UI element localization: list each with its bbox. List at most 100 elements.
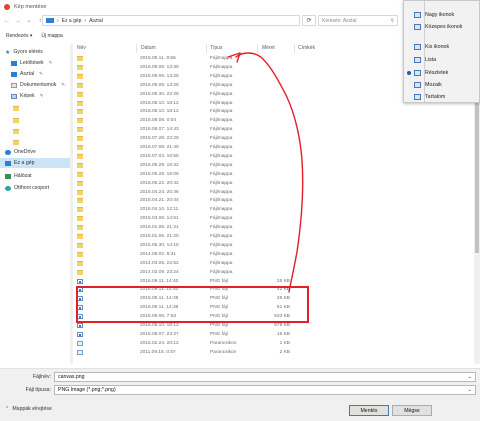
organize-button[interactable]: Rendezés ▾ <box>6 33 32 39</box>
file-row[interactable]: 2016.07.28. 22:29 Fájlmappa <box>74 135 474 143</box>
file-row[interactable]: 2016.04.24. 20:46 Fájlmappa <box>74 189 474 197</box>
search-input[interactable]: Keresés: Asztal ⚲ <box>318 15 398 26</box>
file-type: Fájlmappa <box>210 145 233 150</box>
filename-label: Fájlnév: <box>32 374 51 380</box>
file-row[interactable]: 2016.08.10. 18:12 PNG fájl 578 KB <box>74 322 474 330</box>
image-file-icon <box>77 323 83 328</box>
file-type: Fájlmappa <box>210 64 233 70</box>
file-row[interactable]: 2014.02.09. 23:24 Fájlmappa <box>74 269 474 277</box>
view-menu-item-content[interactable]: Tartalom <box>404 91 480 103</box>
file-type: PNG fájl <box>210 323 228 328</box>
file-date: 2016.04.10. 12:11 <box>140 207 179 213</box>
sidebar-item-folder[interactable] <box>13 115 19 125</box>
column-divider[interactable] <box>257 44 258 53</box>
file-row[interactable]: 2016.03.06. 14:51 Fájlmappa <box>74 215 474 223</box>
file-date: 2016.07.28. 22:29 <box>140 136 179 142</box>
file-row[interactable]: 2015.02.24. 20:12 Parancsikon 1 KB <box>74 340 474 348</box>
view-menu-item-list[interactable]: Lista <box>404 54 480 66</box>
file-row[interactable]: 2011.09.15. 0:57 Parancsikon 2 KB <box>74 349 474 357</box>
filetype-select[interactable]: PNG Image (*.png;*.png) ⌄ <box>54 385 476 395</box>
file-row[interactable]: 2016.07.08. 21:40 Fájlmappa <box>74 144 474 152</box>
file-row[interactable]: 2016.08.07. 23:27 PNG fájl 16 KB <box>74 331 474 339</box>
sidebar-item-onedrive[interactable]: OneDrive <box>5 147 36 157</box>
file-row[interactable]: 2016.04.21. 20:44 Fájlmappa <box>74 197 474 205</box>
file-row[interactable]: 2014.09.02. 9:31 Fájlmappa <box>74 251 474 259</box>
file-row[interactable]: 2016.08.08. 0:04 Fájlmappa <box>74 117 474 125</box>
file-row[interactable]: 2016.08.10. 18:12 Fájlmappa <box>74 108 474 116</box>
sidebar-scrollbar[interactable] <box>70 44 73 364</box>
back-arrow-icon[interactable]: ← <box>3 17 11 25</box>
computer-icon <box>46 18 54 23</box>
file-row[interactable]: 2014.03.05. 22:52 Fájlmappa <box>74 260 474 268</box>
file-row[interactable]: 2016.04.10. 12:11 Fájlmappa <box>74 206 474 214</box>
column-name[interactable]: Név <box>77 45 86 51</box>
sidebar-item-documents[interactable]: Dokumentumok ✎ <box>11 80 65 90</box>
sidebar-item-quick-access[interactable]: ★ Gyors elérés <box>5 47 43 57</box>
sidebar-item-this-pc[interactable]: Ez a gép <box>0 158 70 168</box>
column-divider[interactable] <box>206 44 207 53</box>
refresh-button[interactable]: ⟳ <box>302 15 316 26</box>
address-bar[interactable]: › Ez a gép › Asztal <box>42 15 300 26</box>
breadcrumb-desktop[interactable]: Asztal <box>89 18 103 24</box>
view-menu-item-small-icons[interactable]: Kis ikonok <box>404 41 480 53</box>
forward-arrow-icon[interactable]: → <box>14 17 22 25</box>
file-type: Fájlmappa <box>210 207 233 213</box>
folder-icon <box>77 118 83 124</box>
save-options-panel: Fájlnév: canvas.png ⌄ Fájl típusa: PNG I… <box>0 368 480 421</box>
file-row[interactable]: 2016.01.06. 21:21 Fájlmappa <box>74 224 474 232</box>
navigation-pane: ★ Gyors elérés Letöltések ✎ Asztal ✎ Dok… <box>0 44 72 364</box>
folder-icon <box>77 82 83 88</box>
sidebar-item-desktop[interactable]: Asztal ✎ <box>11 69 43 79</box>
file-date: 2014.03.05. 22:52 <box>140 260 179 266</box>
window-title: Kép mentése <box>14 3 47 10</box>
column-size[interactable]: Méret <box>262 45 275 51</box>
sidebar-item-folder[interactable] <box>13 103 19 113</box>
file-type: Fájlmappa <box>210 260 233 266</box>
file-row[interactable]: 2016.09.11. 14:40 PNG fájl 25 KB <box>74 278 474 286</box>
hide-folders-button[interactable]: ⌃ Mappák elrejtése <box>5 406 52 412</box>
folder-icon <box>77 180 83 186</box>
view-menu-item-tiles[interactable]: Mozaik <box>404 79 480 91</box>
view-menu-item-details[interactable]: Részletek <box>404 67 480 79</box>
column-date[interactable]: Dátum <box>141 45 156 51</box>
chevron-down-icon[interactable]: ⌄ <box>25 17 33 25</box>
new-folder-button[interactable]: Új mappa <box>41 33 62 39</box>
file-row[interactable]: 2016.07.03. 10:55 Fájlmappa <box>74 153 474 161</box>
folder-icon <box>13 117 19 123</box>
sidebar-item-folder[interactable] <box>13 126 19 136</box>
list-icon <box>414 57 421 63</box>
file-size: 1 KB <box>279 340 290 346</box>
sidebar-item-downloads[interactable]: Letöltések ✎ <box>11 58 52 68</box>
file-row[interactable]: 2016.05.29. 15:06 Fájlmappa <box>74 171 474 179</box>
file-row[interactable]: 2016.05.22. 20:42 Fájlmappa <box>74 180 474 188</box>
file-date: 2016.08.07. 23:27 <box>140 331 179 337</box>
file-row[interactable]: 2015.05.30. 14:10 Fájlmappa <box>74 242 474 250</box>
column-divider[interactable] <box>294 44 295 53</box>
sidebar-item-homegroup[interactable]: Otthoni csoport <box>5 183 49 193</box>
file-date: 2016.08.30. 22:28 <box>140 91 179 97</box>
cancel-button[interactable]: Mégse <box>392 405 432 416</box>
folder-icon <box>77 73 83 79</box>
pin-icon: ✎ <box>48 60 53 65</box>
view-menu-item-large-icons[interactable]: Nagy ikonok <box>404 9 480 21</box>
save-button[interactable]: Mentés <box>349 405 389 416</box>
folder-icon <box>77 234 83 239</box>
file-type: Fájlmappa <box>210 198 233 204</box>
file-row[interactable]: 2016.08.07. 14:43 Fájlmappa <box>74 126 474 134</box>
filename-input[interactable]: canvas.png ⌄ <box>54 372 476 382</box>
sidebar-item-network[interactable]: Hálózat <box>5 171 32 181</box>
file-row[interactable]: 2016.05.29. 15:32 Fájlmappa <box>74 162 474 170</box>
folder-icon <box>77 91 83 97</box>
filetype-label: Fájl típusa: <box>25 387 51 393</box>
sidebar-item-folder[interactable] <box>13 137 19 147</box>
breadcrumb-this-pc[interactable]: Ez a gép <box>62 18 82 24</box>
file-row[interactable]: 2016.01.06. 21:20 Fájlmappa <box>74 233 474 241</box>
sidebar-item-pictures[interactable]: Képek ✎ <box>11 91 44 101</box>
view-menu-item-medium-icons[interactable]: Közepes ikonok <box>404 21 480 33</box>
chevron-down-icon[interactable]: ⌄ <box>468 374 472 380</box>
column-type[interactable]: Típus <box>210 45 223 51</box>
file-type: Fájlmappa <box>210 118 233 124</box>
column-tags[interactable]: Címkék <box>298 45 315 51</box>
file-type: Fájlmappa <box>210 234 233 239</box>
column-divider[interactable] <box>136 44 137 53</box>
